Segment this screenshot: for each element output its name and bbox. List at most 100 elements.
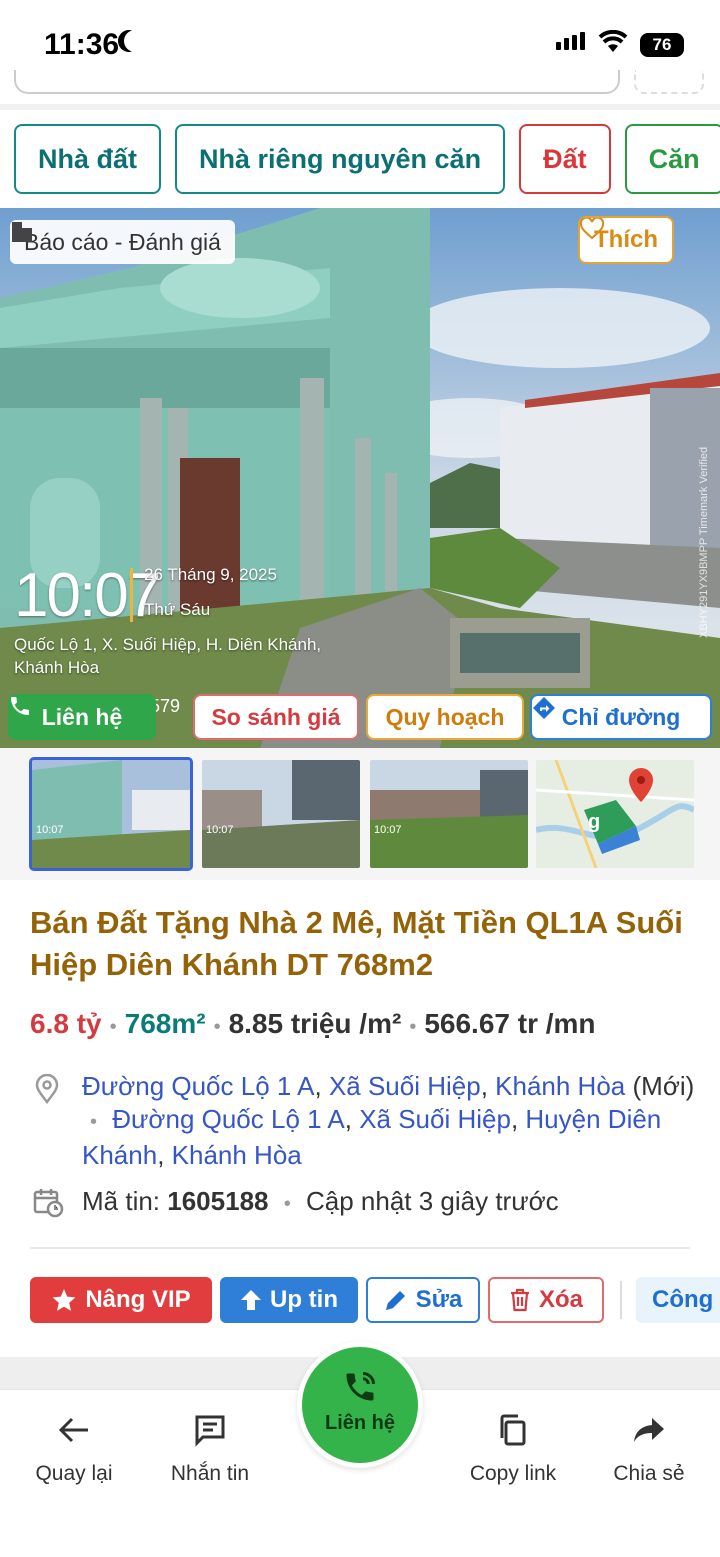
price-per-m2: 8.85 triệu /m² xyxy=(228,1008,402,1039)
heart-icon xyxy=(580,218,604,240)
svg-text:g: g xyxy=(588,811,600,833)
thumbnail-1-image xyxy=(32,760,190,868)
phone-call-icon xyxy=(346,1372,375,1401)
nav-message-label: Nhắn tin xyxy=(170,1462,250,1485)
tag-dat[interactable]: Đất xyxy=(519,124,611,194)
nav-contact-label: Liên hệ xyxy=(324,1412,395,1434)
search-bar-edge[interactable] xyxy=(14,70,620,94)
compare-price-button[interactable]: So sánh giá xyxy=(193,694,359,740)
timestamp-time: 10:07 xyxy=(14,561,161,630)
delete-button[interactable]: Xóa xyxy=(488,1277,604,1323)
map-thumbnail-image: g xyxy=(536,760,694,868)
location-pin-icon xyxy=(35,1074,59,1104)
timestamp-day: Thứ Sáu xyxy=(144,600,211,619)
listing-address: Đường Quốc Lộ 1 A, Xã Suối Hiệp, Khánh H… xyxy=(82,1071,695,1170)
rent-estimate: 566.67 tr /mn xyxy=(424,1008,596,1039)
divider xyxy=(0,104,720,110)
edit-button[interactable]: Sửa xyxy=(366,1277,480,1323)
thumbnail-3-image xyxy=(370,760,528,868)
signal-icon xyxy=(556,32,585,50)
listing-title: Bán Đất Tặng Nhà 2 Mê, Mặt Tiền QL1A Suố… xyxy=(30,905,683,982)
separator-dot: • xyxy=(109,1016,117,1038)
nav-back[interactable]: Quay lại xyxy=(14,1410,134,1486)
price-line: 6.8 tỷ • 768m² • 8.85 triệu /m² • 566.67 tr /m… xyxy=(30,1008,596,1040)
nav-contact-button[interactable]: Liên hệ xyxy=(297,1342,423,1468)
listing-meta: Mã tin: 1605188 • Cập nhật 3 giây trước xyxy=(82,1186,559,1217)
separator-dot: • xyxy=(213,1016,221,1038)
directions-label: Chỉ đường xyxy=(561,703,681,730)
delete-label: Xóa xyxy=(538,1286,583,1313)
separator-dot: • xyxy=(409,1016,417,1038)
address-link-ward-old[interactable]: Xã Suối Hiệp xyxy=(359,1104,511,1134)
separator-dot: • xyxy=(90,1111,98,1133)
star-icon xyxy=(52,1289,76,1311)
up-label: Up tin xyxy=(270,1286,338,1313)
up-listing-button[interactable]: Up tin xyxy=(220,1277,358,1323)
building-report-icon xyxy=(12,222,32,242)
tag-nha-rieng[interactable]: Nhà riêng nguyên căn xyxy=(175,124,506,194)
nav-message[interactable]: Nhắn tin xyxy=(150,1410,270,1486)
address-link-province-new[interactable]: Khánh Hòa xyxy=(495,1071,625,1101)
public-button[interactable]: Công xyxy=(636,1277,720,1323)
address-link-street-old[interactable]: Đường Quốc Lộ 1 A xyxy=(112,1104,344,1134)
vip-label: Nâng VIP xyxy=(85,1286,191,1313)
calendar-clock-icon xyxy=(33,1189,64,1218)
tag-can[interactable]: Căn xyxy=(624,124,720,194)
category-tags: Nhà đất Nhà riêng nguyên căn Đất Căn xyxy=(14,124,720,194)
separator-dot: • xyxy=(283,1193,291,1215)
like-button[interactable]: Thích xyxy=(578,216,674,264)
address-link-province-old[interactable]: Khánh Hòa xyxy=(172,1140,302,1170)
divider xyxy=(620,1281,622,1319)
thumbnail-2-stamp: 10:07 xyxy=(206,824,234,836)
main-photo[interactable]: Báo cáo - Đánh giá Thích 10:07 26 Tháng … xyxy=(0,208,720,748)
thumbnail-2-image xyxy=(202,760,360,868)
area: 768m² xyxy=(124,1008,206,1039)
thumbnail-3-stamp: 10:07 xyxy=(374,824,402,836)
status-time: 11:36 xyxy=(44,28,120,61)
chat-icon xyxy=(195,1415,225,1447)
thumbnail-1-stamp: 10:07 xyxy=(36,824,64,836)
timestamp-date: 26 Tháng 9, 2025 xyxy=(144,565,277,584)
report-button[interactable]: Báo cáo - Đánh giá xyxy=(10,220,235,264)
share-arrow-icon xyxy=(634,1418,664,1442)
thumbnail-2[interactable]: 10:07 xyxy=(202,760,360,868)
filter-button-edge[interactable] xyxy=(634,70,704,94)
thumbnail-3[interactable]: 10:07 xyxy=(370,760,528,868)
thumbnail-map[interactable]: g xyxy=(536,760,694,868)
edit-label: Sửa xyxy=(415,1286,463,1313)
code-label: Mã tin: xyxy=(82,1186,161,1216)
report-label: Báo cáo - Đánh giá xyxy=(24,228,221,255)
status-bar: 11:36 76 xyxy=(0,0,720,80)
moon-icon xyxy=(124,30,146,52)
planning-button[interactable]: Quy hoạch xyxy=(366,694,524,740)
tag-nha-dat[interactable]: Nhà đất xyxy=(14,124,162,194)
contact-button[interactable]: Liên hệ xyxy=(8,694,156,740)
listing-code: 1605188 xyxy=(167,1186,269,1216)
nav-share[interactable]: Chia sẻ xyxy=(589,1410,709,1486)
bottom-navigation: Quay lại Nhắn tin Liên hệ Copy link Chia… xyxy=(0,1342,720,1557)
timestamp-divider xyxy=(130,568,133,622)
address-link-ward-new[interactable]: Xã Suối Hiệp xyxy=(329,1071,481,1101)
arrow-left-icon xyxy=(58,1417,88,1443)
battery-indicator: 76 xyxy=(640,33,684,57)
phone-icon xyxy=(11,697,29,715)
updated-time: Cập nhật 3 giây trước xyxy=(305,1186,559,1216)
address-link-street-new[interactable]: Đường Quốc Lộ 1 A xyxy=(82,1071,314,1101)
price: 6.8 tỷ xyxy=(30,1008,102,1039)
directions-icon xyxy=(533,697,555,719)
timestamp-address: Quốc Lộ 1, X. Suối Hiệp, H. Diên Khánh, … xyxy=(14,635,322,677)
nav-back-label: Quay lại xyxy=(35,1462,113,1485)
copy-icon xyxy=(500,1414,526,1446)
address-new-suffix: (Mới) xyxy=(632,1071,695,1101)
nav-copy-label: Copy link xyxy=(469,1462,557,1485)
thumbnail-strip: 10:07 10:07 10:07 g xyxy=(0,748,720,880)
nav-share-label: Chia sẻ xyxy=(613,1462,685,1485)
timestamp-code: XBHY291YX9BMPP Timemark Verified xyxy=(698,446,710,638)
upgrade-vip-button[interactable]: Nâng VIP xyxy=(30,1277,212,1323)
directions-button[interactable]: Chỉ đường xyxy=(530,694,712,740)
nav-copy-link[interactable]: Copy link xyxy=(453,1410,573,1486)
pencil-icon xyxy=(385,1290,405,1311)
thumbnail-1[interactable]: 10:07 xyxy=(29,757,193,871)
trash-icon xyxy=(510,1288,529,1312)
wifi-icon xyxy=(598,30,628,52)
